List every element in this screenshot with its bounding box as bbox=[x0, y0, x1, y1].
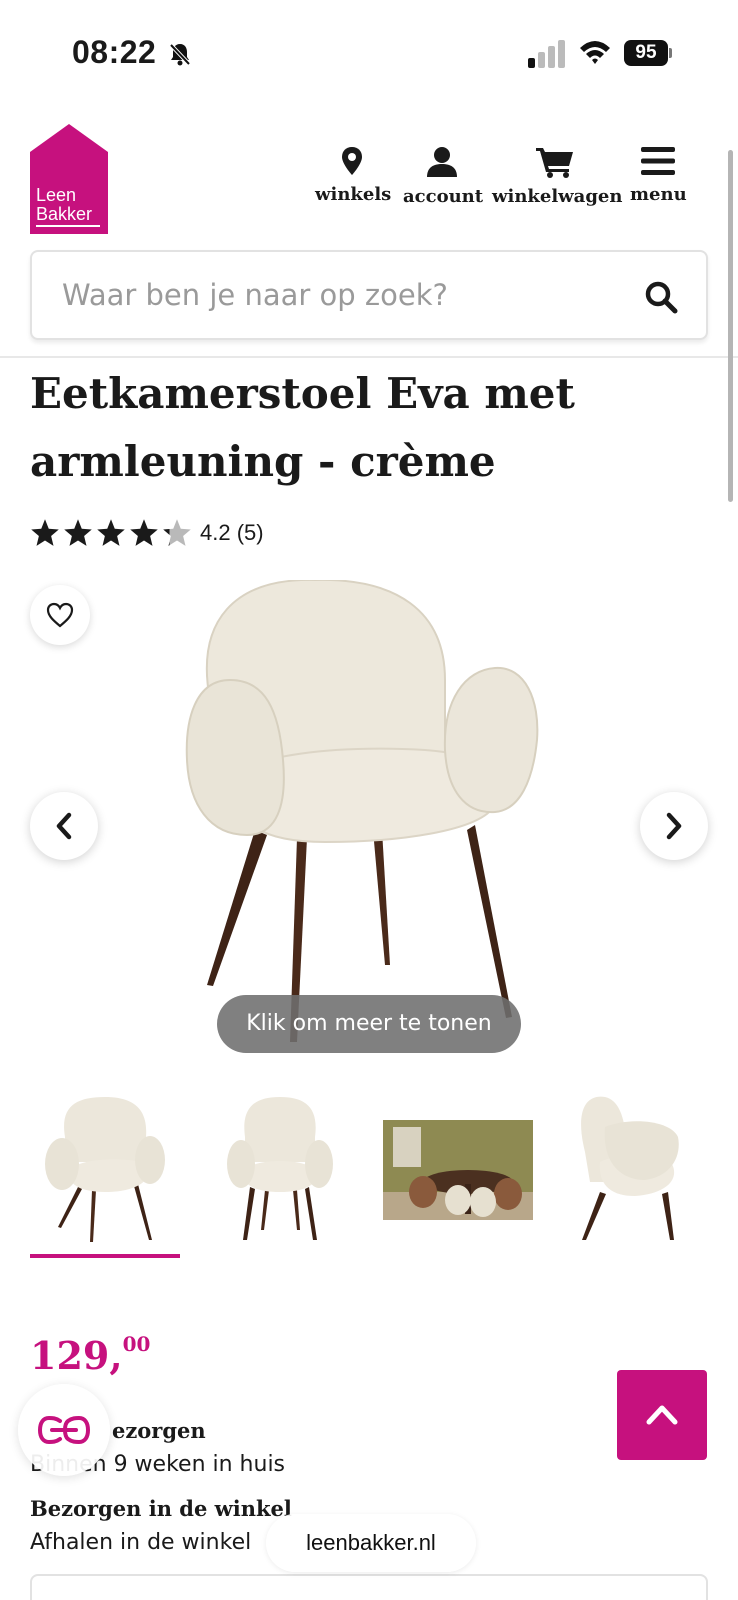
chat-logo-icon bbox=[38, 1415, 90, 1445]
search-input[interactable] bbox=[62, 278, 622, 312]
browser-url-bar[interactable]: leenbakker.nl bbox=[266, 1514, 476, 1572]
heart-icon bbox=[46, 602, 74, 628]
battery-tip bbox=[669, 48, 672, 58]
nav-menu-label: menu bbox=[630, 184, 687, 205]
star-full-icon bbox=[31, 519, 59, 546]
status-bar: 08:22 95 bbox=[0, 0, 738, 100]
bell-muted-icon bbox=[169, 43, 191, 66]
delivery-title: ezorgen bbox=[112, 1418, 206, 1443]
map-pin-icon bbox=[342, 147, 362, 175]
store-pickup-title: Bezorgen in de winkel bbox=[30, 1496, 292, 1521]
cell-signal-icon bbox=[528, 40, 565, 68]
store-pickup-subtitle: Afhalen in de winkel bbox=[30, 1530, 252, 1555]
product-image-chair[interactable] bbox=[175, 580, 575, 1060]
price-cents: 00 bbox=[122, 1332, 151, 1356]
thumbnail-active-indicator bbox=[30, 1254, 180, 1258]
logo-text: Leen Bakker bbox=[36, 186, 92, 224]
header-divider bbox=[0, 356, 738, 358]
thumbnail-3-dining-scene[interactable] bbox=[383, 1092, 533, 1242]
nav-winkelwagen[interactable]: winkelwagen bbox=[492, 146, 623, 216]
nav-winkels[interactable]: winkels bbox=[315, 146, 392, 216]
star-partial-icon bbox=[163, 519, 191, 546]
nav-winkelwagen-label: winkelwagen bbox=[492, 186, 623, 207]
logo-line-2: Bakker bbox=[36, 204, 93, 224]
search-bar[interactable] bbox=[30, 250, 708, 340]
product-title: Eetkamerstoel Eva met armleuning - crème bbox=[30, 369, 575, 486]
rating-text: 4.2 (5) bbox=[200, 520, 264, 545]
product-image-gallery[interactable] bbox=[0, 580, 738, 1060]
chat-button[interactable] bbox=[18, 1384, 110, 1476]
nav-winkels-label: winkels bbox=[315, 184, 392, 205]
page-scrollbar[interactable] bbox=[728, 150, 733, 502]
thumbnail-4-side-view[interactable] bbox=[560, 1092, 710, 1242]
price-main: 129, bbox=[30, 1333, 123, 1378]
logo-underline bbox=[36, 225, 100, 227]
logo-line-1: Leen bbox=[36, 185, 77, 205]
thumbnail-1[interactable] bbox=[30, 1092, 180, 1242]
next-section-box[interactable] bbox=[30, 1574, 708, 1600]
thumbnail-2[interactable] bbox=[205, 1092, 355, 1242]
star-full-icon bbox=[130, 519, 158, 546]
chevron-right-icon bbox=[666, 812, 682, 840]
favorite-button[interactable] bbox=[30, 585, 90, 645]
user-icon bbox=[427, 147, 457, 177]
hamburger-menu-icon bbox=[641, 147, 675, 175]
star-full-icon bbox=[64, 519, 92, 546]
product-price: 129,00 bbox=[30, 1332, 150, 1378]
chevron-left-icon bbox=[56, 812, 72, 840]
nav-account-label: account bbox=[403, 186, 484, 207]
show-more-hint[interactable]: Klik om meer te tonen bbox=[217, 995, 521, 1053]
wifi-icon bbox=[580, 41, 610, 64]
chevron-up-icon bbox=[646, 1405, 678, 1425]
status-time: 08:22 bbox=[72, 34, 157, 70]
scroll-to-top-button[interactable] bbox=[617, 1370, 707, 1460]
search-icon[interactable] bbox=[644, 280, 678, 314]
cart-icon bbox=[536, 148, 573, 178]
battery-indicator: 95 bbox=[624, 40, 672, 66]
battery-level: 95 bbox=[624, 40, 668, 66]
nav-account[interactable]: account bbox=[403, 146, 484, 216]
star-full-icon bbox=[97, 519, 125, 546]
gallery-prev-button[interactable] bbox=[30, 792, 98, 860]
gallery-next-button[interactable] bbox=[640, 792, 708, 860]
nav-menu[interactable]: menu bbox=[630, 146, 687, 216]
